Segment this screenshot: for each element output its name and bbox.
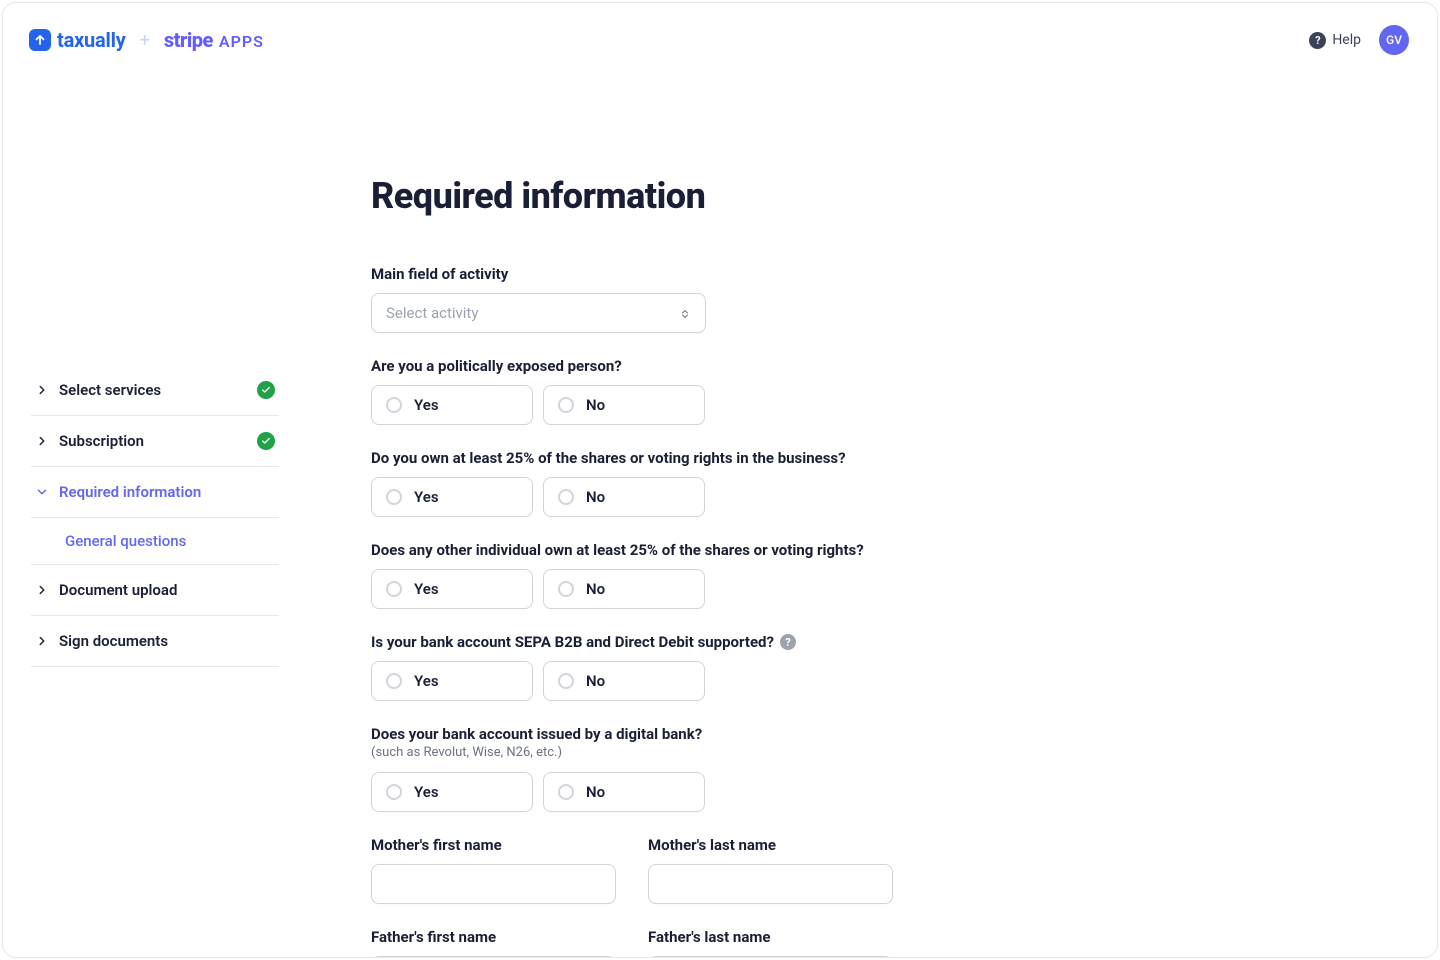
shares-other-no-option[interactable]: No xyxy=(543,569,705,609)
radio-label: Yes xyxy=(414,672,439,690)
shares-self-yes-option[interactable]: Yes xyxy=(371,477,533,517)
sidebar-item-label: Required information xyxy=(59,483,201,501)
father-last-name-input[interactable] xyxy=(648,956,893,958)
avatar[interactable]: GV xyxy=(1379,25,1409,55)
plus-icon: + xyxy=(140,30,150,51)
field-shares-other: Does any other individual own at least 2… xyxy=(371,541,1413,609)
field-label: Main field of activity xyxy=(371,265,1413,283)
sidebar-item-document-upload[interactable]: Document upload xyxy=(31,565,279,616)
field-label: Do you own at least 25% of the shares or… xyxy=(371,449,1413,467)
sepa-no-option[interactable]: No xyxy=(543,661,705,701)
radio-label: No xyxy=(586,672,605,690)
chevron-right-icon xyxy=(35,634,49,648)
help-link[interactable]: ? Help xyxy=(1309,32,1361,49)
field-main-activity: Main field of activity Select activity xyxy=(371,265,1413,333)
chevron-right-icon xyxy=(35,583,49,597)
radio-icon xyxy=(386,673,402,689)
sidebar-item-subscription[interactable]: Subscription xyxy=(31,416,279,467)
radio-label: No xyxy=(586,396,605,414)
taxually-logo-icon xyxy=(29,29,51,51)
father-first-name-input[interactable] xyxy=(371,956,616,958)
field-label: Mother's first name xyxy=(371,836,616,854)
info-icon[interactable]: ? xyxy=(780,634,796,650)
field-label: Father's first name xyxy=(371,928,616,946)
select-placeholder: Select activity xyxy=(386,304,478,322)
field-label: Is your bank account SEPA B2B and Direct… xyxy=(371,633,1413,651)
check-circle-icon xyxy=(257,432,275,450)
radio-icon xyxy=(558,397,574,413)
radio-icon xyxy=(386,581,402,597)
apps-text: APPS xyxy=(219,32,264,51)
taxually-text: taxually xyxy=(57,28,126,52)
sidebar-item-label: Subscription xyxy=(59,432,144,450)
radio-label: No xyxy=(586,488,605,506)
field-digital-bank: Does your bank account issued by a digit… xyxy=(371,725,1413,812)
field-father-names: Father's first name Father's last name xyxy=(371,928,1413,958)
radio-icon xyxy=(558,489,574,505)
radio-icon xyxy=(386,397,402,413)
help-label: Help xyxy=(1332,32,1361,48)
field-label-text: Is your bank account SEPA B2B and Direct… xyxy=(371,633,774,651)
radio-icon xyxy=(386,489,402,505)
radio-label: No xyxy=(586,580,605,598)
radio-label: Yes xyxy=(414,783,439,801)
radio-icon xyxy=(386,784,402,800)
sidebar-item-label: Select services xyxy=(59,381,161,399)
digital-bank-yes-option[interactable]: Yes xyxy=(371,772,533,812)
field-shares-self: Do you own at least 25% of the shares or… xyxy=(371,449,1413,517)
stripe-text: stripe xyxy=(164,28,213,52)
brand-taxually: taxually xyxy=(29,28,126,52)
field-pep: Are you a politically exposed person? Ye… xyxy=(371,357,1413,425)
sidebar-subitem-general-questions[interactable]: General questions xyxy=(31,518,279,565)
brand-block: taxually + stripe APPS xyxy=(29,28,264,52)
shares-other-yes-option[interactable]: Yes xyxy=(371,569,533,609)
mother-last-name-input[interactable] xyxy=(648,864,893,904)
sepa-yes-option[interactable]: Yes xyxy=(371,661,533,701)
field-label: Does your bank account issued by a digit… xyxy=(371,725,1413,743)
chevron-right-icon xyxy=(35,434,49,448)
field-label: Does any other individual own at least 2… xyxy=(371,541,1413,559)
shares-self-no-option[interactable]: No xyxy=(543,477,705,517)
sidebar-item-sign-documents[interactable]: Sign documents xyxy=(31,616,279,667)
radio-label: No xyxy=(586,783,605,801)
radio-label: Yes xyxy=(414,396,439,414)
sidebar-item-label: Sign documents xyxy=(59,632,168,650)
chevron-right-icon xyxy=(35,383,49,397)
radio-label: Yes xyxy=(414,488,439,506)
field-label: Mother's last name xyxy=(648,836,893,854)
field-mother-names: Mother's first name Mother's last name xyxy=(371,836,1413,904)
sidebar-item-label: Document upload xyxy=(59,581,177,599)
pep-yes-option[interactable]: Yes xyxy=(371,385,533,425)
field-hint: (such as Revolut, Wise, N26, etc.) xyxy=(371,745,1413,760)
chevron-down-icon xyxy=(35,485,49,499)
main-content: Required information Main field of activ… xyxy=(347,65,1413,958)
page-title: Required information xyxy=(371,175,1413,217)
digital-bank-no-option[interactable]: No xyxy=(543,772,705,812)
header-actions: ? Help GV xyxy=(1309,25,1409,55)
pep-no-option[interactable]: No xyxy=(543,385,705,425)
app-header: taxually + stripe APPS ? Help GV xyxy=(3,3,1437,65)
sidebar-item-required-information[interactable]: Required information xyxy=(31,467,279,518)
sidebar-item-select-services[interactable]: Select services xyxy=(31,365,279,416)
activity-select[interactable]: Select activity xyxy=(371,293,706,333)
radio-icon xyxy=(558,581,574,597)
radio-icon xyxy=(558,673,574,689)
help-icon: ? xyxy=(1309,32,1326,49)
field-label: Are you a politically exposed person? xyxy=(371,357,1413,375)
radio-icon xyxy=(558,784,574,800)
brand-stripe-apps: stripe APPS xyxy=(164,28,264,52)
field-sepa: Is your bank account SEPA B2B and Direct… xyxy=(371,633,1413,701)
sidebar: Select services Subscription xyxy=(27,65,347,958)
radio-label: Yes xyxy=(414,580,439,598)
select-chevron-icon xyxy=(679,306,691,320)
check-circle-icon xyxy=(257,381,275,399)
mother-first-name-input[interactable] xyxy=(371,864,616,904)
field-label: Father's last name xyxy=(648,928,893,946)
